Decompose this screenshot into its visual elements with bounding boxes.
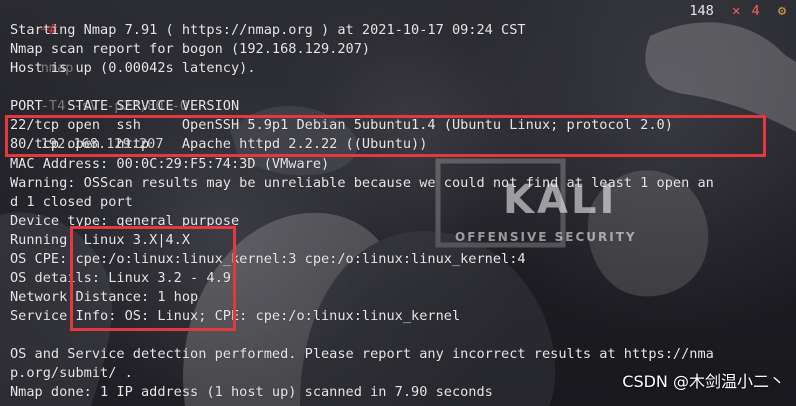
service-info-line: Service Info: OS: Linux; CPE: cpe:/o:lin…: [10, 308, 461, 324]
os-details-line: OS details: Linux 3.2 - 4.9: [10, 270, 231, 286]
error-count: 4: [751, 3, 760, 19]
terminal-window[interactable]: KALI OFFENSIVE SECURITY ─# nmap -T4 -sV …: [0, 0, 796, 406]
detection-performed-line: OS and Service detection performed. Plea…: [10, 346, 714, 362]
csdn-watermark: CSDN @木剑温小二丶: [622, 372, 785, 391]
output-line: Starting Nmap 7.91 ( https://nmap.org ) …: [10, 22, 526, 38]
background-slogan: OFFENSIVE SECURITY: [455, 230, 637, 244]
detection-url-continuation-line: p.org/submit/ .: [10, 365, 133, 381]
output-line: Nmap scan report for bogon (192.168.129.…: [10, 41, 371, 57]
running-os-line: Running: Linux 3.X|4.X: [10, 232, 191, 248]
open-port-row: 22/tcp open ssh OpenSSH 5.9p1 Debian 5ub…: [10, 117, 673, 133]
output-line: Host is up (0.00042s latency).: [10, 60, 256, 76]
history-count: 148: [689, 3, 714, 19]
port-table-header: PORT STATE SERVICE VERSION: [10, 98, 240, 114]
network-distance-line: Network Distance: 1 hop: [10, 289, 199, 305]
warning-continuation-line: d 1 closed port: [10, 194, 133, 210]
os-cpe-line: OS CPE: cpe:/o:linux:linux_kernel:3 cpe:…: [10, 251, 526, 267]
command-prompt-line[interactable]: ─# nmap -T4 -sV -p22,80 -O 192.168.129.2…: [8, 2, 188, 152]
error-x-icon: ✕: [732, 3, 741, 19]
open-port-row: 80/tcp open http Apache httpd 2.2.22 ((U…: [10, 136, 428, 152]
mac-address-line: MAC Address: 00:0C:29:F5:74:3D (VMware): [10, 156, 330, 172]
prompt-status: 148 ✕ 4 ⚙: [689, 2, 786, 21]
gear-icon[interactable]: ⚙: [778, 3, 786, 19]
nmap-done-line: Nmap done: 1 IP address (1 host up) scan…: [10, 384, 493, 400]
warning-line: Warning: OSScan results may be unreliabl…: [10, 175, 714, 191]
device-type-line: Device type: general purpose: [10, 213, 240, 229]
